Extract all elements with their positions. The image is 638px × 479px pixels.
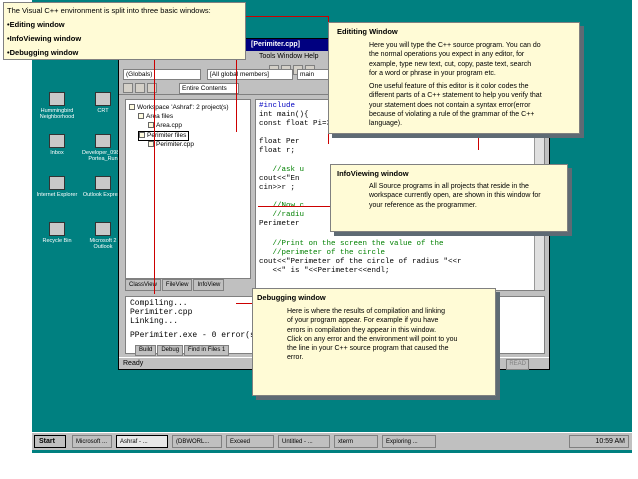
callout-heading: Debugging window [257,293,326,302]
taskbar-item[interactable]: xterm [334,435,378,448]
recycle-bin-icon [49,222,65,236]
code-line: Perimeter [259,220,300,228]
callout-heading: InfoViewing window [337,169,409,178]
read-indicator: READ [506,359,529,370]
globals-combo[interactable]: (Globals) [123,69,201,80]
back-icon[interactable] [123,83,133,93]
tree-area-folder[interactable]: Area files [138,113,173,121]
callout-text: Here you will type the C++ source progra… [369,42,542,128]
intro-heading: The Visual C++ environment is split into… [7,6,211,15]
output-line: PPerimiter.exe - 0 error(s [130,331,255,340]
desktop-icon-hummingbird[interactable]: Hummingbird Neighborhood [34,92,80,120]
code-line: //perimeter of the circle [259,249,386,257]
workspace-icon [129,104,135,111]
up-arrow-icon[interactable] [135,83,145,93]
tab-debug[interactable]: Debug [157,345,184,356]
folder-icon [138,113,144,120]
pointer-line [478,136,479,150]
code-line: float Per [259,138,300,146]
output-line: Linking... [130,317,179,326]
taskbar-item[interactable]: Microsoft ... [72,435,112,448]
taskbar-item[interactable]: (DBWORL... [172,435,222,448]
code-line: //ask u [259,166,305,174]
desktop-icon-recycle-bin[interactable]: Recycle Bin [34,222,80,244]
taskbar-item[interactable]: Ashraf - ... [116,435,168,448]
status-text: Ready [123,360,144,367]
code-line: cin>>r ; [259,184,296,192]
inbox-icon [49,134,65,148]
workspace-tabs: ClassView FileView InfoView [125,279,251,291]
intro-item-editing: •Editing window [7,20,65,29]
intro-item-debugging: •Debugging window [7,48,79,57]
tab-infoview[interactable]: InfoView [193,279,225,291]
callout-debugging-window: Debugging window Here is where the resul… [252,288,496,396]
taskbar-item[interactable]: Exploring ... [382,435,436,448]
tab-build[interactable]: Build [135,345,157,356]
code-line: <<" is "<<Perimeter<<endl; [259,267,390,275]
callout-heading: Edititing Window [337,27,398,36]
taskbar: Start Microsoft ... Ashraf - ... (DBWORL… [32,432,632,450]
globe-icon [49,176,65,190]
intro-item-infoviewing: •InfoViewing window [7,34,82,43]
taskbar-item[interactable]: Exceed [226,435,274,448]
taskbar-item[interactable]: Untitled - ... [278,435,330,448]
workspace-tree: Workspace 'Ashraf': 2 project(s) Area fi… [125,99,251,279]
tree-root[interactable]: Workspace 'Ashraf': 2 project(s) [129,104,229,112]
computer-icon [49,92,65,106]
code-line: float r; [259,147,296,155]
intro-box: The Visual C++ environment is split into… [3,2,246,60]
tab-fileview[interactable]: FileView [161,279,193,291]
mail-icon [95,176,111,190]
callout-text: Here is where the results of compilation… [287,308,458,362]
code-line: cout<<"En [259,175,300,183]
callout-text: All Source programs in all projects that… [369,183,541,209]
folder-icon [95,134,111,148]
tree-perimiter-folder[interactable]: Perimiter files [138,131,190,141]
output-tabs: Build Debug Find in Files 1 [135,345,230,356]
start-button[interactable]: Start [34,435,66,448]
code-line: #include [259,102,296,110]
code-line: //radiu [259,211,305,219]
pointer-line [258,206,330,207]
pointer-line [154,52,155,294]
terminal-icon [95,92,111,106]
clock: 10:59 AM [569,435,629,448]
desktop-icon-inbox[interactable]: Inbox [34,134,80,156]
outlook-icon [95,222,111,236]
code-line: //Print on the screen the value of the [259,240,444,248]
tab-classview[interactable]: ClassView [125,279,161,291]
slide: Hummingbird Neighborhood CRT Inbox Devel… [0,0,638,479]
desktop-icon-internet-explorer[interactable]: Internet Explorer [34,176,80,198]
code-line: int main(){ [259,111,309,119]
folder-icon [139,132,145,139]
tab-find-in-files[interactable]: Find in Files 1 [184,345,230,356]
output-line: Perimiter.cpp [130,308,193,317]
callout-infoviewing-window: InfoViewing window All Source programs i… [330,164,568,232]
code-line: cout<<"Perimeter of the circle of radius… [259,258,462,266]
output-line: Compiling... [130,299,188,308]
contents-combo[interactable]: Entire Contents [179,83,239,94]
forward-icon[interactable] [147,83,157,93]
callout-editing-window: Edititing Window Here you will type the … [328,22,580,134]
members-combo[interactable]: [All global members] [207,69,293,80]
